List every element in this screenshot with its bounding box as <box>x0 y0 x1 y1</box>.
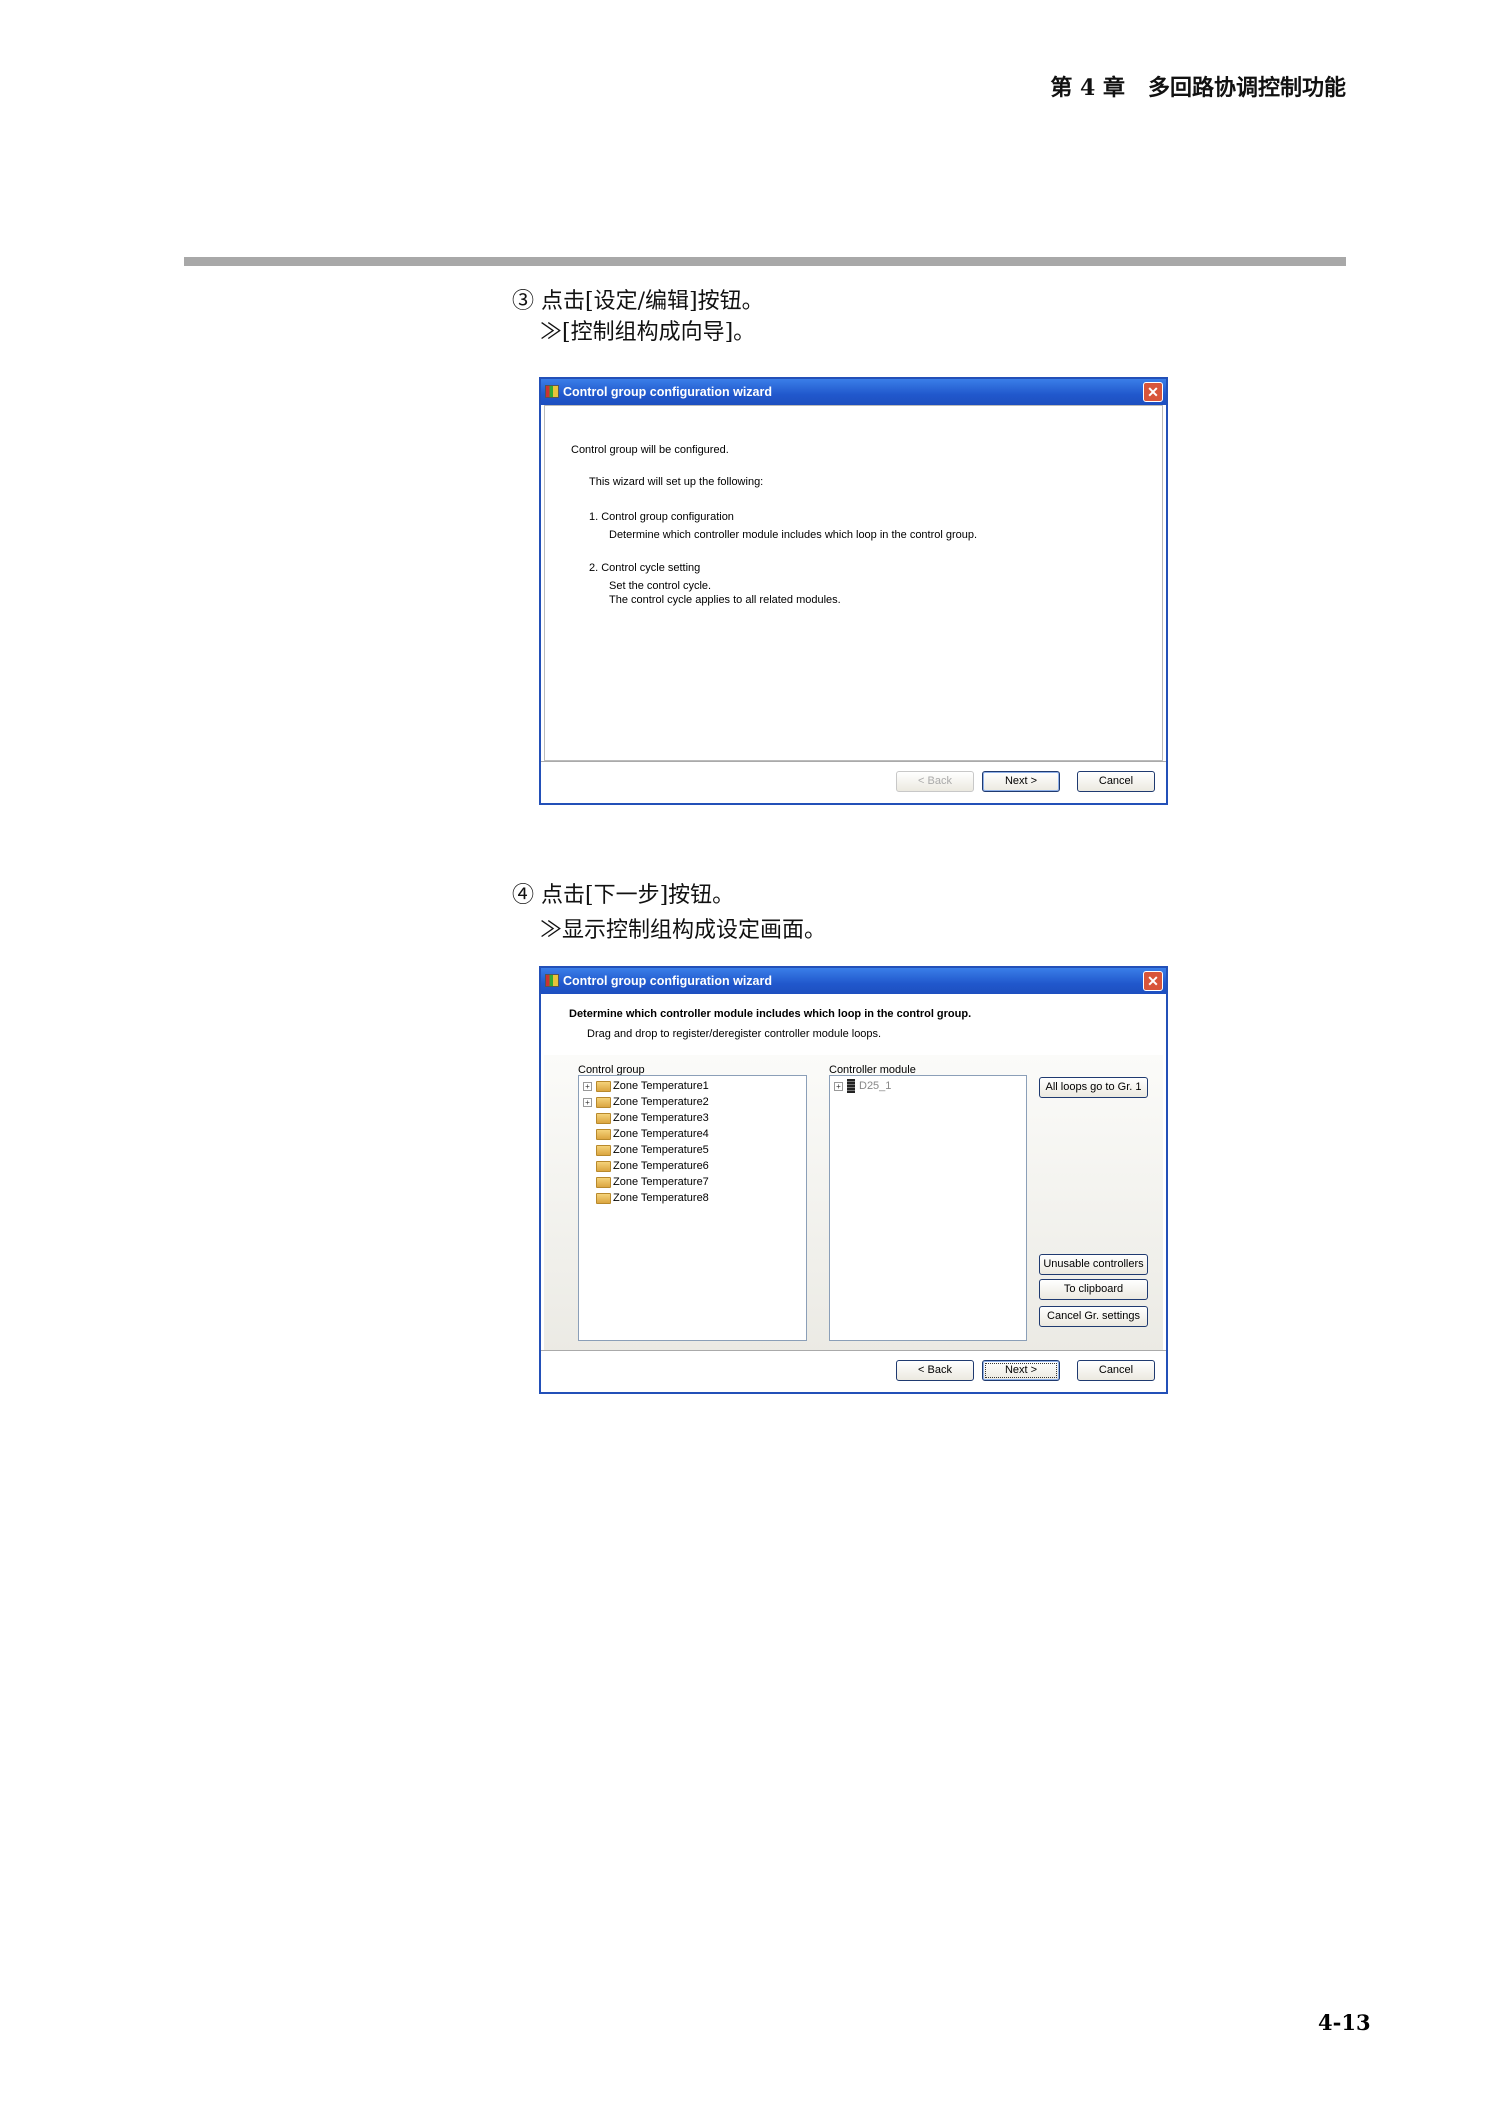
tree-item-label: Zone Temperature6 <box>613 1160 709 1172</box>
title-bar: Control group configuration wizard ✕ <box>541 379 1166 405</box>
setup-text: This wizard will set up the following: <box>589 476 764 488</box>
item-1-desc: Determine which controller module includ… <box>609 529 978 541</box>
tree-item-label: Zone Temperature8 <box>613 1192 709 1204</box>
tree-item-label: Zone Temperature1 <box>613 1080 709 1092</box>
item-1: 1. Control group configuration <box>589 511 734 523</box>
next-button[interactable]: Next > <box>982 771 1060 792</box>
dialog-footer: < Back Next > Cancel <box>541 1350 1166 1392</box>
tree-item-label: D25_1 <box>859 1080 892 1092</box>
step-3-instruction: ③ 点击[设定/编辑]按钮。 <box>512 289 764 314</box>
tree-item-label: Zone Temperature5 <box>613 1144 709 1156</box>
unusable-controllers-button[interactable]: Unusable controllers <box>1039 1254 1148 1275</box>
tree-item[interactable]: + Zone Temperature2 <box>583 1094 709 1110</box>
folder-icon <box>596 1128 611 1140</box>
header-rule <box>184 257 1346 266</box>
tree-item[interactable]: + D25_1 <box>834 1078 891 1094</box>
intro-text: Control group will be configured. <box>571 444 729 456</box>
item-2: 2. Control cycle setting <box>589 562 701 574</box>
folder-icon <box>596 1160 611 1172</box>
item-2-desc-2: The control cycle applies to all related… <box>609 594 841 606</box>
folder-icon <box>596 1192 611 1204</box>
cancel-button[interactable]: Cancel <box>1077 771 1155 792</box>
next-button[interactable]: Next > <box>982 1360 1060 1381</box>
title-bar: Control group configuration wizard ✕ <box>541 968 1166 994</box>
tree-item[interactable]: Zone Temperature6 <box>583 1158 709 1174</box>
step-4-instruction: ④ 点击[下一步]按钮。 <box>512 883 735 908</box>
tree-item-label: Zone Temperature2 <box>613 1096 709 1108</box>
folder-icon <box>596 1176 611 1188</box>
wizard-dialog-configuration: Control group configuration wizard ✕ Det… <box>539 966 1168 1394</box>
tree-item[interactable]: Zone Temperature5 <box>583 1142 709 1158</box>
controller-module-tree[interactable]: + D25_1 <box>829 1075 1027 1341</box>
close-icon[interactable]: ✕ <box>1143 382 1163 402</box>
step-4-result: ≫显示控制组构成设定画面。 <box>540 918 827 943</box>
tree-item-label: Zone Temperature7 <box>613 1176 709 1188</box>
dialog-title: Control group configuration wizard <box>563 974 773 988</box>
expand-icon[interactable]: + <box>583 1081 592 1091</box>
back-button[interactable]: < Back <box>896 1360 974 1381</box>
tree-item[interactable]: Zone Temperature3 <box>583 1110 709 1126</box>
app-icon <box>545 385 559 398</box>
dialog-content: Control group will be configured. This w… <box>544 405 1163 761</box>
tree-item-label: Zone Temperature3 <box>613 1112 709 1124</box>
folder-icon <box>596 1080 611 1092</box>
back-button[interactable]: < Back <box>896 771 974 792</box>
close-icon[interactable]: ✕ <box>1143 971 1163 991</box>
heading: Determine which controller module includ… <box>569 1008 972 1020</box>
app-icon <box>545 974 559 987</box>
tree-item[interactable]: Zone Temperature8 <box>583 1190 709 1206</box>
expand-icon[interactable]: + <box>834 1081 843 1091</box>
folder-icon <box>596 1096 611 1108</box>
dialog-footer: < Back Next > Cancel <box>541 761 1166 803</box>
step-3-result: ≫[控制组构成向导]。 <box>540 320 756 345</box>
item-2-desc-1: Set the control cycle. <box>609 580 712 592</box>
control-group-tree[interactable]: + Zone Temperature1 + Zone Temperature2 Zone… <box>578 1075 807 1341</box>
to-clipboard-button[interactable]: To clipboard <box>1039 1279 1148 1300</box>
tree-item[interactable]: Zone Temperature4 <box>583 1126 709 1142</box>
cancel-button[interactable]: Cancel <box>1077 1360 1155 1381</box>
tree-item[interactable]: + Zone Temperature1 <box>583 1078 709 1094</box>
folder-icon <box>596 1144 611 1156</box>
subheading: Drag and drop to register/deregister con… <box>587 1028 882 1040</box>
cancel-group-settings-button[interactable]: Cancel Gr. settings <box>1039 1306 1148 1327</box>
expand-icon[interactable]: + <box>583 1097 592 1107</box>
tree-item[interactable]: Zone Temperature7 <box>583 1174 709 1190</box>
chapter-header: 第 4 章 多回路协调控制功能 <box>1050 75 1346 101</box>
controller-module-icon <box>847 1079 855 1094</box>
page-number: 4-13 <box>1318 2010 1371 2035</box>
wizard-dialog-intro: Control group configuration wizard ✕ Con… <box>539 377 1168 805</box>
tree-item-label: Zone Temperature4 <box>613 1128 709 1140</box>
all-loops-to-group-1-button[interactable]: All loops go to Gr. 1 <box>1039 1077 1148 1098</box>
folder-icon <box>596 1112 611 1124</box>
dialog-title: Control group configuration wizard <box>563 385 773 399</box>
